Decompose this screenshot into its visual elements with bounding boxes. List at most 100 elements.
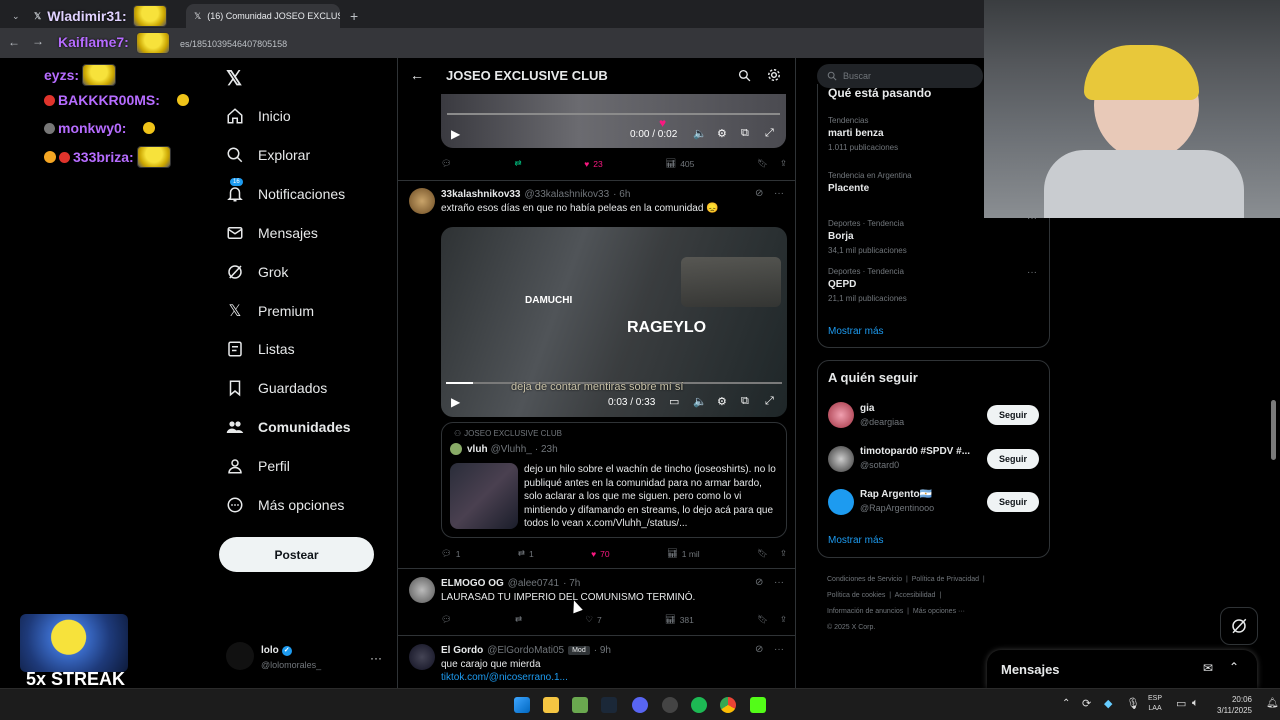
avatar[interactable] [828,489,854,515]
share-icon[interactable]: ⇪ [780,158,787,169]
account-more-button[interactable]: ··· [370,651,382,665]
avatar[interactable] [409,644,435,670]
nav-item-premium[interactable]: 𝕏 Premium [226,301,314,321]
gear-icon[interactable] [767,68,781,82]
reply-button[interactable]: 💬︎ 1 [441,548,461,559]
file-explorer-icon[interactable] [543,697,559,713]
scrollbar-thumb[interactable] [1271,400,1276,460]
video-player[interactable]: ♥ ▶ 0:00 / 0:02 🔈 ⚙ ⧉ ⤢ [441,94,786,148]
avatar[interactable] [409,577,435,603]
grok-icon[interactable]: ⊘ [755,188,763,199]
views-button[interactable]: 📊︎ 381 [665,614,694,625]
post-button[interactable]: Postear [219,537,374,572]
footer-link[interactable]: Política de cookies [827,592,885,599]
spotify-icon[interactable] [691,697,707,713]
search-input[interactable]: Buscar [843,71,871,81]
more-icon[interactable]: ··· [774,188,784,199]
nav-item-perfil[interactable]: Perfil [226,457,290,475]
quoted-tweet[interactable]: ⚇ JOSEO EXCLUSIVE CLUB vluh @Vluhh_ · 23… [441,422,787,538]
search-icon[interactable] [738,69,751,82]
back-arrow-icon[interactable]: ← [410,67,424,83]
nav-item-grok[interactable]: Grok [226,263,288,281]
nav-item-guardados[interactable]: Guardados [226,379,327,397]
trend-item[interactable]: Deportes · Tendencia Borja 34,1 mil publ… [828,219,907,255]
tweet-author[interactable]: ELMOGO OG [441,578,504,589]
pip-icon[interactable]: ⧉ [741,127,749,140]
more-icon[interactable]: ··· [774,644,784,655]
bookmark-icon[interactable]: 🔖︎ [757,158,768,169]
follow-name[interactable]: Rap Argento🇦🇷 [860,489,934,500]
windows-start-icon[interactable] [514,697,530,713]
nav-item-listas[interactable]: Listas [226,340,295,358]
bookmark-icon[interactable]: 🔖︎ [757,614,768,625]
nav-item-inicio[interactable]: Inicio [226,107,291,125]
new-message-icon[interactable]: ✉ [1203,661,1213,675]
messages-drawer[interactable]: Mensajes ✉ ⌃ [987,650,1257,688]
tray-icon[interactable]: ◆ [1104,697,1112,710]
follow-button[interactable]: Seguir [987,449,1039,469]
nav-item-mas-opciones[interactable]: Más opciones [226,496,344,514]
language-indicator[interactable]: ESP LAA [1148,694,1162,714]
nav-item-explorar[interactable]: Explorar [226,146,310,164]
volume-icon[interactable]: 🔈︎ [1192,697,1199,710]
show-more-link[interactable]: Mostrar más [828,535,884,546]
tray-chevron-icon[interactable]: ⌃ [1062,698,1070,709]
show-more-link[interactable]: Mostrar más [828,326,884,337]
steam-icon[interactable] [601,697,617,713]
notification-bell-icon[interactable]: 🔔︎ [1266,698,1279,709]
settings-icon[interactable]: ⚙ [717,395,727,408]
share-icon[interactable]: ⇪ [780,548,787,559]
avatar[interactable] [828,446,854,472]
tab-list-button[interactable]: ⌄ [4,4,22,28]
footer-link[interactable]: Información de anuncios [827,608,903,615]
volume-icon[interactable]: 🔈 [693,395,707,408]
pip-icon[interactable]: ⧉ [741,395,749,408]
network-icon[interactable]: ▭ [1176,697,1186,710]
grok-icon[interactable]: ⊘ [755,644,763,655]
tab-1[interactable]: 𝕏 Wladimir31: [26,4,176,28]
forward-icon[interactable]: → [32,34,44,48]
footer-link[interactable]: Política de Privacidad [912,576,979,583]
kick-icon[interactable] [750,697,766,713]
avatar[interactable] [828,402,854,428]
trend-item[interactable]: Deportes · Tendencia QEPD 21,1 mil publi… [828,267,907,303]
settings-icon[interactable]: ⚙ [717,127,727,140]
new-tab-button[interactable]: + [342,4,362,28]
trend-item[interactable]: Tendencia en Argentina Placente [828,171,912,194]
account-avatar[interactable] [226,642,254,670]
follow-name[interactable]: timotopard0 #SPDV #... [860,446,970,457]
app-icon[interactable] [662,697,678,713]
tweet-link[interactable]: tiktok.com/@nicoserrano.1... [441,672,568,683]
share-icon[interactable]: ⇪ [780,614,787,625]
follow-name[interactable]: gia [860,403,904,414]
app-icon[interactable] [572,697,588,713]
footer-link[interactable]: Accesibilidad [895,592,936,599]
x-logo-icon[interactable]: 𝕏 [226,66,242,91]
more-icon[interactable]: ··· [1027,267,1037,278]
like-button[interactable]: ♥ 70 [591,549,610,559]
follow-button[interactable]: Seguir [987,405,1039,425]
tray-icon[interactable]: ⟳ [1082,697,1091,710]
views-button[interactable]: 📊︎ 405 [665,158,694,169]
follow-button[interactable]: Seguir [987,492,1039,512]
grok-floating-button[interactable] [1220,607,1258,645]
play-icon[interactable]: ▶ [451,395,460,409]
play-icon[interactable]: ▶ [451,127,460,141]
chrome-icon[interactable] [720,697,736,713]
reply-button[interactable]: 💬︎ [441,614,452,625]
fullscreen-icon[interactable]: ⤢ [765,395,774,408]
nav-item-comunidades[interactable]: Comunidades [226,418,351,436]
discord-icon[interactable] [632,697,648,713]
nav-item-notificaciones[interactable]: 16 Notificaciones [226,178,345,203]
tweet-author[interactable]: 33kalashnikov33 [441,189,521,200]
video-player[interactable]: DAMUCHI RAGEYLO deja de contar mentiras … [441,227,787,417]
views-button[interactable]: 📊︎ 1 mil [667,548,700,559]
fullscreen-icon[interactable]: ⤢ [765,127,774,140]
grok-icon[interactable]: ⊘ [755,577,763,588]
like-button[interactable]: ♥ 23 [584,159,603,169]
tab-2[interactable]: 𝕏 (16) Comunidad JOSEO EXCLUS ✕ [186,4,340,28]
avatar[interactable] [409,188,435,214]
retweet-button[interactable]: ⇄ [514,158,521,169]
clock[interactable]: 20:06 3/11/2025 [1212,694,1252,716]
bookmark-icon[interactable]: 🔖︎ [757,548,768,559]
